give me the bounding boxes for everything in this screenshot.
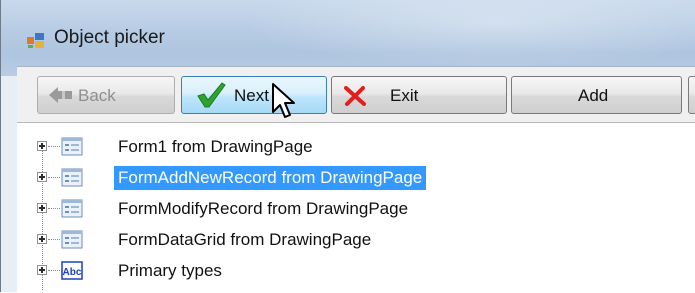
tree-node[interactable]: Form1 from DrawingPage (17, 132, 695, 162)
tree-node-label-selected[interactable]: FormAddNewRecord from DrawingPage (114, 166, 427, 190)
form-icon (61, 230, 83, 249)
svg-text:Abc: Abc (63, 267, 82, 278)
expand-plus-icon[interactable] (37, 234, 47, 244)
tree-node[interactable]: FormDataGrid from DrawingPage (17, 225, 695, 255)
extra-toolbar-button[interactable] (688, 76, 695, 114)
title-bar[interactable]: Object picker (1, 0, 695, 76)
object-picker-window: Object picker Back Next Exit Add Form1 f… (0, 0, 695, 293)
add-button[interactable]: Add (511, 76, 682, 114)
form-icon (61, 199, 83, 218)
abc-type-icon: Abc (61, 261, 83, 280)
form-icon (61, 137, 83, 156)
tree-node-label[interactable]: FormDataGrid from DrawingPage (114, 228, 375, 252)
back-arrow-icon (49, 87, 72, 103)
tree-connector (48, 270, 60, 271)
window-title: Object picker (54, 27, 165, 48)
expand-plus-icon[interactable] (37, 203, 47, 213)
object-tree[interactable]: Form1 from DrawingPage FormAddNewRecord … (17, 122, 695, 293)
next-button[interactable]: Next (181, 76, 327, 114)
mouse-cursor-icon (272, 83, 295, 118)
close-x-icon (344, 86, 366, 106)
back-button[interactable]: Back (37, 76, 175, 114)
back-button-label: Back (78, 86, 116, 105)
app-icon (27, 33, 44, 48)
tree-connector (48, 146, 60, 147)
checkmark-icon (197, 82, 226, 108)
tree-connector (48, 208, 60, 209)
tree-node-label[interactable]: FormModifyRecord from DrawingPage (114, 197, 412, 221)
tree-node-label[interactable]: Primary types (114, 259, 226, 283)
tree-node[interactable]: Abc Primary types (17, 256, 695, 286)
exit-button[interactable]: Exit (331, 76, 507, 114)
form-icon (61, 168, 83, 187)
toolbar: Back Next Exit Add (17, 66, 695, 123)
expand-plus-icon[interactable] (37, 172, 47, 182)
exit-button-label: Exit (390, 86, 419, 105)
tree-node[interactable]: FormAddNewRecord from DrawingPage (17, 163, 695, 193)
expand-plus-icon[interactable] (37, 265, 47, 275)
tree-node[interactable]: FormModifyRecord from DrawingPage (17, 194, 695, 224)
tree-node-label[interactable]: Form1 from DrawingPage (114, 135, 317, 159)
add-button-label: Add (578, 86, 609, 105)
expand-plus-icon[interactable] (37, 141, 47, 151)
next-button-label: Next (234, 86, 269, 105)
tree-connector (48, 239, 60, 240)
tree-connector (48, 177, 60, 178)
